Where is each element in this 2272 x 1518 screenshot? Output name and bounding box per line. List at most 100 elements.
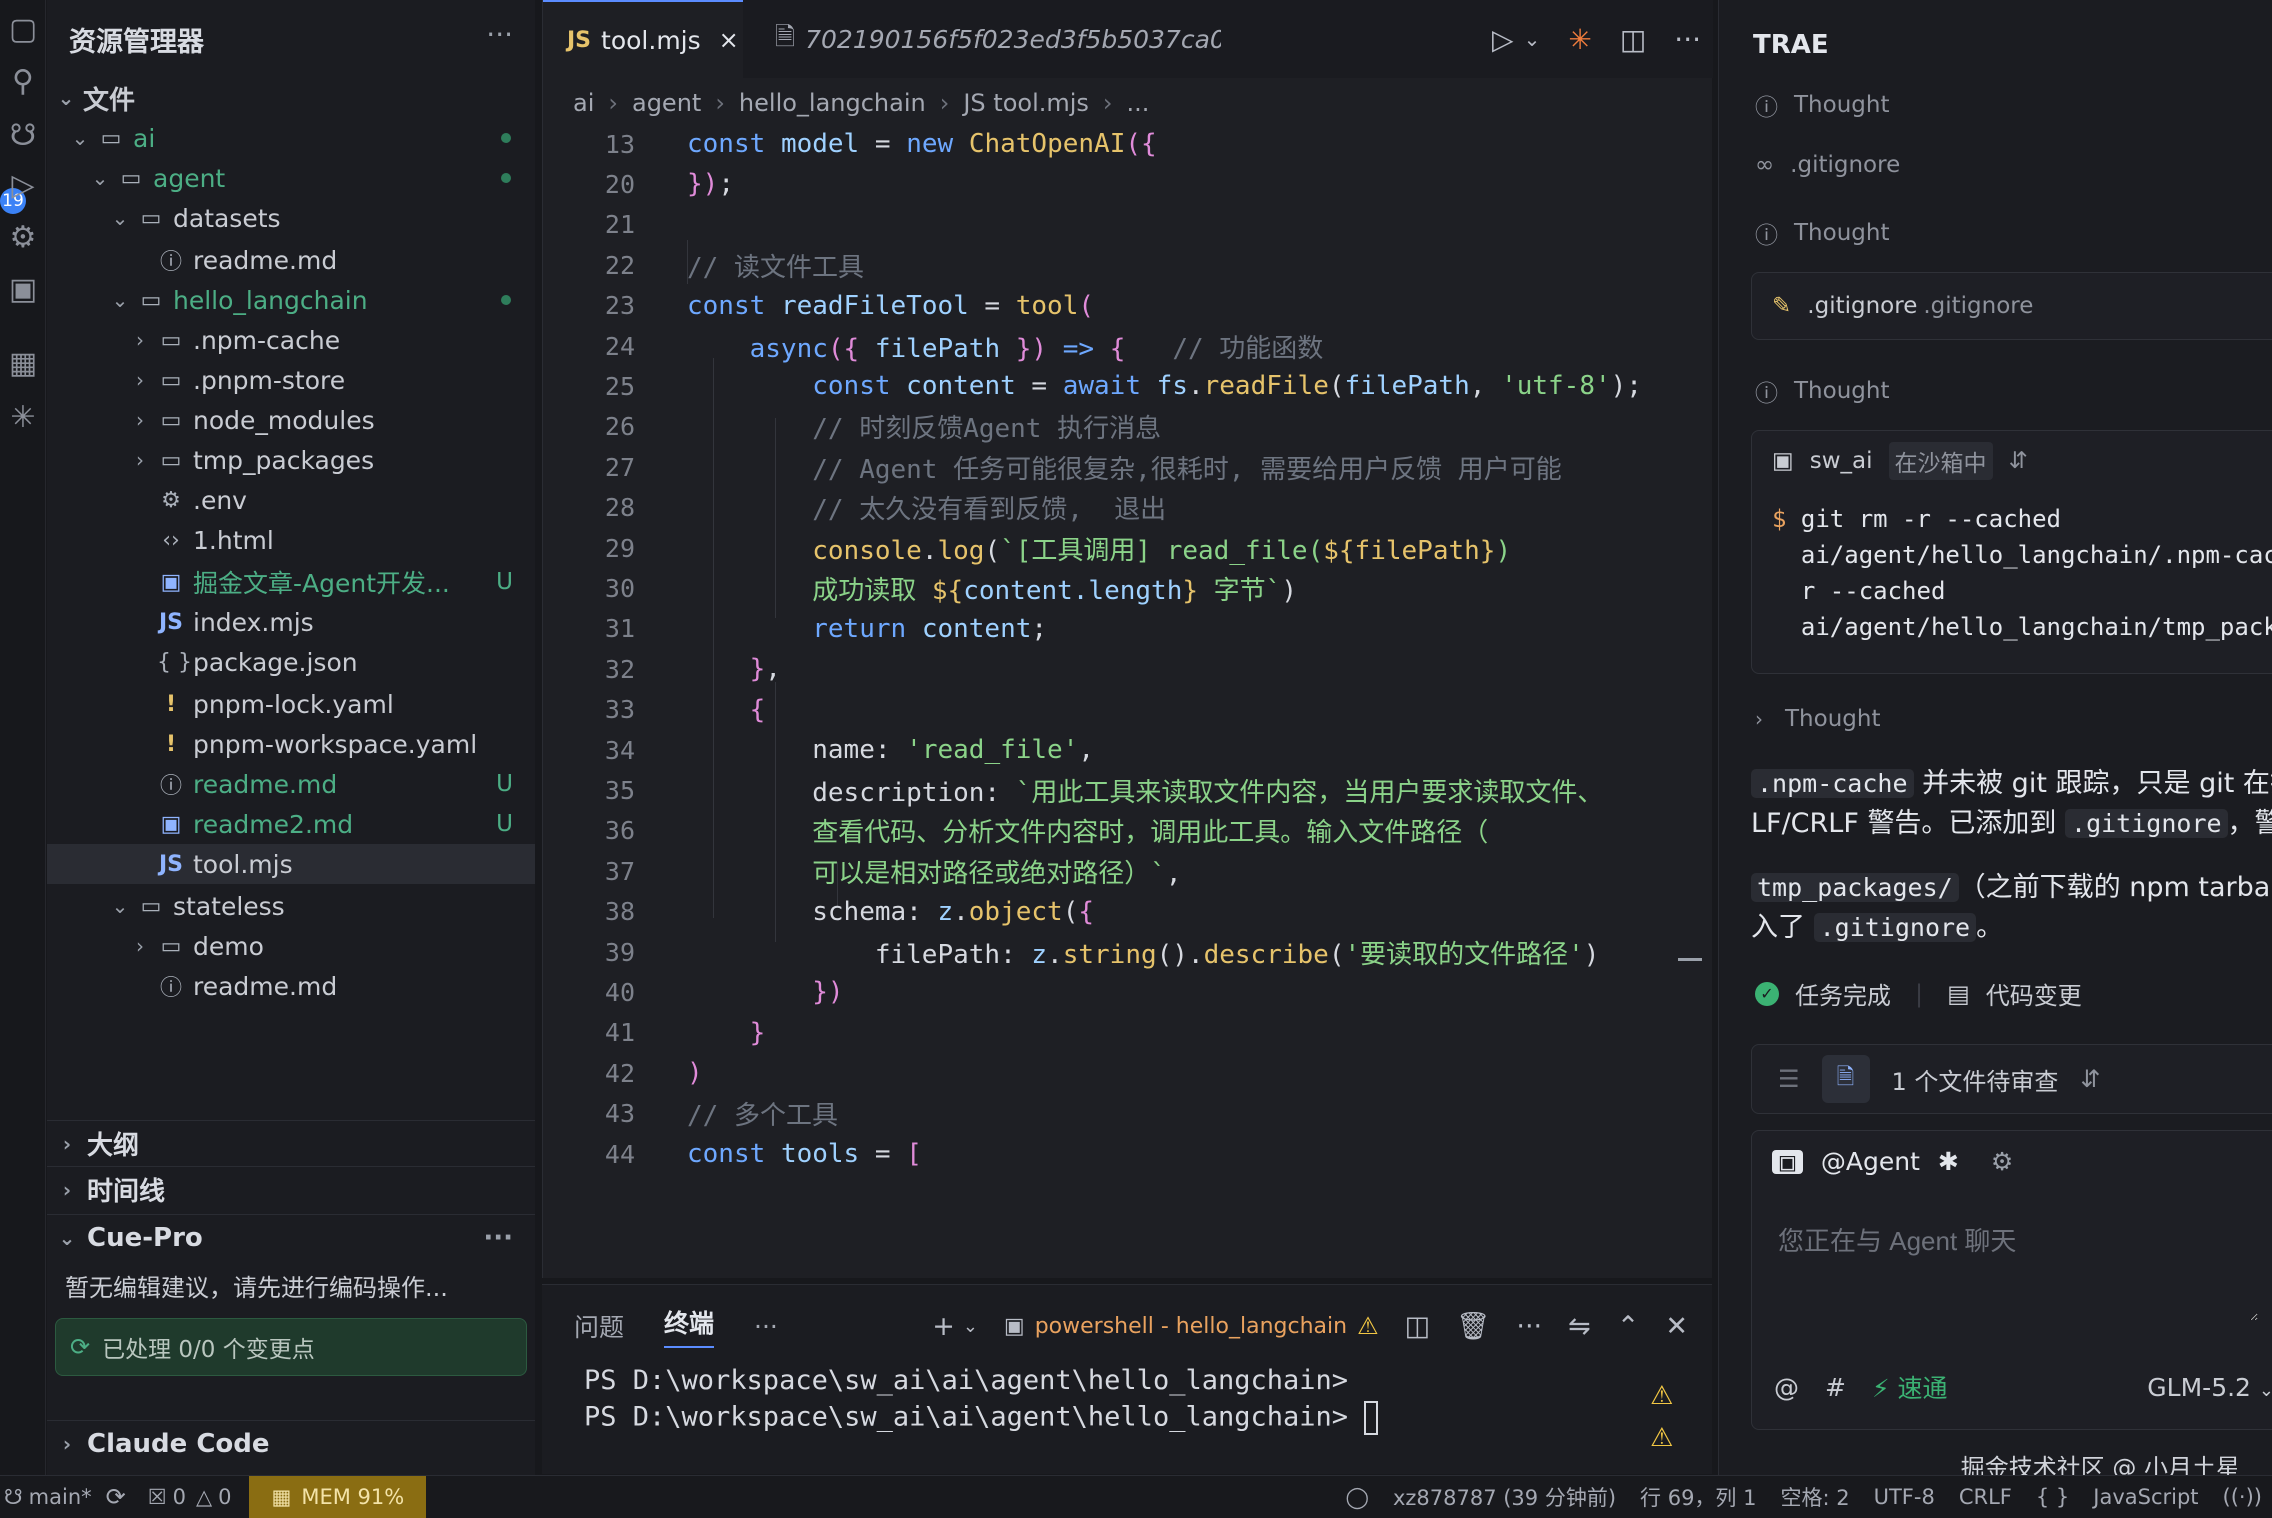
line-ending[interactable]: CRLF [1959,1485,2012,1509]
breadcrumb-item[interactable]: hello_langchain [739,89,926,117]
code-line[interactable]: 36 查看代码、分析文件内容时，调用此工具。输入文件路径（ [543,809,1693,853]
terminal-line[interactable]: PS D:\workspace\sw_ai\ai\agent\hello_lan… [584,1401,1379,1435]
broadcast-icon[interactable]: ((·)) [2223,1485,2262,1509]
tree-folder[interactable]: › ▭ demo [47,926,535,966]
code-line[interactable]: 40 }) [543,970,1693,1014]
thought-row[interactable]: ⓘ Thought [1755,374,1889,408]
cue-pro-section[interactable]: ⌄ Cue-Pro ··· [47,1214,535,1260]
cursor-position[interactable]: 行 69，列 1 [1640,1482,1756,1512]
language-mode[interactable]: JavaScript [2093,1485,2198,1509]
code-line[interactable]: 35 description: `用此工具来读取文件内容，当用户要求读取文件、 [543,768,1693,812]
chevron-down-icon[interactable]: ⌄ [963,1316,978,1337]
tree-file[interactable]: JS tool.mjs [47,844,535,884]
code-line[interactable]: 22 // 读文件工具 [543,243,1693,287]
sync-icon[interactable]: ⟳ [106,1483,126,1511]
code-line[interactable]: 20}); [543,162,1693,206]
list-icon[interactable]: ☰ [1778,1065,1800,1093]
more-actions-icon[interactable]: ··· [1674,23,1701,56]
claude-code-section[interactable]: › Claude Code [47,1420,535,1466]
tree-file[interactable]: ⓘ readme.md [47,966,535,1006]
tree-file[interactable]: JS index.mjs [47,602,535,642]
code-changes-button[interactable]: 代码变更 [1986,976,2082,1011]
close-icon[interactable]: ✕ [1665,1311,1688,1342]
tree-file[interactable]: ! pnpm-lock.yaml [47,684,535,724]
tree-file[interactable]: ▣ readme2.md U [47,804,535,844]
code-line[interactable]: 30 成功读取 ${content.length} 字节`) [543,566,1693,610]
code-line[interactable]: 42) [543,1051,1693,1095]
files-section-header[interactable]: ⌄ 文件 [47,76,535,120]
thought-row[interactable]: › Thought [1755,706,1880,732]
tab-hash-file[interactable]: 🗎 702190156f5f023ed3f5b5037ca0a939b85001… [751,0,1221,78]
files-icon[interactable]: ▢ [0,4,46,54]
gear-icon[interactable]: ⚙ [1991,1147,2013,1176]
tree-file[interactable]: ⓘ readme.md [47,240,535,280]
code-line[interactable]: 26 // 时刻反馈Agent 执行消息 [543,405,1693,449]
sandbox-badge[interactable]: 在沙箱中 [1888,442,1993,480]
breadcrumb-item[interactable]: ai [573,89,594,117]
mention-icon[interactable]: @ [1774,1373,1799,1402]
gitignore-read-row[interactable]: ∞ .gitignore [1755,152,1900,178]
code-line[interactable]: 31 return content; [543,607,1693,651]
code-line[interactable]: 32 }, [543,647,1693,691]
source-control-icon[interactable]: ☋ [0,110,46,160]
chevron-updown-icon[interactable]: ⇵ [2080,1065,2100,1093]
new-terminal-icon[interactable]: + [932,1311,955,1342]
tree-folder[interactable]: ⌄ ▭ hello_langchain [47,280,535,320]
bracket-icon[interactable]: { } [2036,1485,2069,1509]
review-bar[interactable]: ☰ 🗎 1 个文件待审查 ⇵ [1751,1044,2272,1114]
tree-folder[interactable]: › ▭ .pnpm-store [47,360,535,400]
tree-folder[interactable]: ⌄ ▭ datasets [47,198,535,238]
close-icon[interactable]: × [719,26,739,54]
code-line[interactable]: 33 { [543,688,1693,732]
tab-problems[interactable]: 问题 [574,1308,624,1344]
ai-spark-icon[interactable]: ✳ [1568,23,1591,56]
more-actions-icon[interactable]: ··· [1516,1311,1542,1342]
settings-sliders-icon[interactable]: ⇋ [1568,1311,1591,1342]
chevron-down-icon[interactable]: ⌄ [1524,27,1541,51]
tree-file[interactable]: ⓘ readme.md U [47,764,535,804]
run-debug-icon[interactable]: ▷ [0,160,46,210]
cue-status-box[interactable]: ⟳ 已处理 0/0 个变更点 [55,1318,527,1376]
code-line[interactable]: 13 const model = new ChatOpenAI({ [543,122,1693,166]
code-line[interactable]: 28 // 太久没有看到反馈, 退出 [543,486,1693,530]
code-line[interactable]: 39 filePath: z.string().describe('要读取的文件… [543,930,1693,974]
terminal-selector[interactable]: ▣ powershell - hello_langchain ⚠ [1004,1312,1379,1340]
split-terminal-icon[interactable]: ◫ [1405,1311,1431,1342]
code-line[interactable]: 24 async({ filePath }) => { // 功能函数 [543,324,1693,368]
tree-folder[interactable]: ⌄ ▭ agent [47,158,535,198]
code-line[interactable]: 23 const readFileTool = tool( [543,284,1693,328]
remote-icon[interactable]: ▣ [0,264,46,314]
warning-icon[interactable]: △ [196,1485,212,1509]
model-selector[interactable]: GLM-5.2 ⌄ [2147,1373,2272,1402]
warning-icon[interactable]: ⚠ [1650,1423,1673,1453]
tree-folder[interactable]: › ▭ tmp_packages [47,440,535,480]
tree-file[interactable]: ‹› 1.html [47,520,535,560]
timeline-section[interactable]: › 时间线 [47,1166,535,1212]
thought-row[interactable]: ⓘ Thought [1755,88,1889,122]
code-area[interactable]: 13 const model = new ChatOpenAI({20}); 21 2… [543,122,1713,1278]
code-line[interactable]: 25 const content = await fs.readFile(fil… [543,364,1693,408]
error-icon[interactable]: ☒ [148,1485,167,1509]
debug-icon[interactable]: ⚙ [0,212,46,262]
more-actions-icon[interactable]: ··· [486,18,513,51]
more-tabs-icon[interactable]: ··· [754,1312,778,1341]
tree-folder[interactable]: ⌄ ▭ ai [47,118,535,158]
breadcrumb-item[interactable]: ... [1127,89,1150,117]
agent-selector[interactable]: @Agent [1821,1147,1920,1176]
memory-indicator[interactable]: ▦ MEM 91% [249,1475,427,1518]
branch-name[interactable]: main* [29,1485,92,1509]
chevron-updown-icon[interactable]: ⇵ [2009,448,2028,474]
code-line[interactable]: 34 name: 'read_file', [543,728,1693,772]
encoding[interactable]: UTF-8 [1874,1485,1935,1509]
tools-icon[interactable]: ✱ [1938,1147,1959,1176]
code-line[interactable]: 44 const tools = [ [543,1132,1693,1176]
search-icon[interactable]: ⚲ [0,56,46,106]
breadcrumb-item[interactable]: JS tool.mjs [963,89,1089,117]
tab-tool-mjs[interactable]: JS tool.mjs × [543,0,743,78]
edit-file-card[interactable]: ✎ .gitignore .gitignore [1751,272,2272,340]
thought-row[interactable]: ⓘ Thought [1755,216,1889,250]
code-line[interactable]: 41 } [543,1011,1693,1055]
document-icon[interactable]: 🗎 [1821,1055,1870,1103]
code-line[interactable]: 43 // 多个工具 [543,1092,1693,1136]
extensions-icon[interactable]: ▦ [0,338,46,388]
